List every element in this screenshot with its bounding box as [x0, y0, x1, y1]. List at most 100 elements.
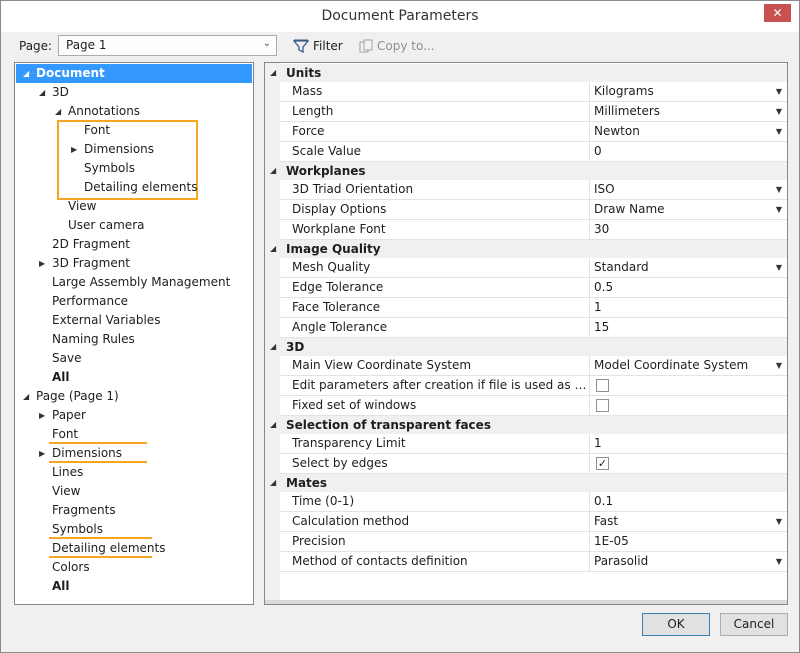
dropdown-arrow-icon[interactable]: ▼ [776, 180, 782, 199]
horizontal-scrollbar[interactable] [265, 600, 787, 604]
parameters-tree[interactable]: ◢ Document ◢ 3D ◢ Annotations Font ▶ Dimensions S… [14, 62, 254, 605]
property-row[interactable]: Edge Tolerance 0.5 [280, 278, 787, 298]
property-row[interactable]: Workplane Font 30 [280, 220, 787, 240]
property-select-value[interactable]: Newton [594, 122, 640, 141]
dropdown-arrow-icon[interactable]: ▼ [776, 82, 782, 101]
tree-item[interactable]: ▶ Paper [16, 406, 252, 425]
page-select[interactable]: Page 1 ⌄ [58, 35, 277, 56]
tree-item[interactable]: User camera [16, 216, 252, 235]
property-checkbox[interactable] [596, 399, 609, 412]
tree-item[interactable]: ◢ Page (Page 1) [16, 387, 252, 406]
expand-triangle-icon[interactable]: ▶ [39, 444, 45, 463]
property-row[interactable]: Method of contacts definition Parasolid ▼ [280, 552, 787, 572]
category-header[interactable]: ◢ Units [265, 64, 787, 82]
property-checkbox[interactable] [596, 379, 609, 392]
property-input-value[interactable]: 30 [594, 220, 609, 239]
tree-item[interactable]: 2D Fragment [16, 235, 252, 254]
tree-item[interactable]: ▶ Dimensions [16, 140, 252, 159]
property-row[interactable]: Main View Coordinate System Model Coordin… [280, 356, 787, 376]
collapse-triangle-icon[interactable]: ◢ [270, 162, 276, 180]
tree-item[interactable]: ▶ 3D Fragment [16, 254, 252, 273]
tree-item[interactable]: Save [16, 349, 252, 368]
expand-triangle-icon[interactable]: ▶ [39, 406, 45, 425]
tree-item[interactable]: Large Assembly Management [16, 273, 252, 292]
property-input-value[interactable]: 1 [594, 434, 602, 453]
property-row[interactable]: Force Newton ▼ [280, 122, 787, 142]
property-row[interactable]: Angle Tolerance 15 [280, 318, 787, 338]
property-input-value[interactable]: 0 [594, 142, 602, 161]
property-select-value[interactable]: Kilograms [594, 82, 654, 101]
tree-item[interactable]: All [16, 577, 252, 596]
copy-to-button[interactable]: Copy to... [359, 37, 435, 55]
property-row[interactable]: Mass Kilograms ▼ [280, 82, 787, 102]
dropdown-arrow-icon[interactable]: ▼ [776, 200, 782, 219]
property-select-value[interactable]: Fast [594, 512, 618, 531]
tree-item[interactable]: Symbols [16, 159, 252, 178]
tree-item[interactable]: Fragments [16, 501, 252, 520]
collapse-triangle-icon[interactable]: ◢ [270, 240, 276, 258]
collapse-triangle-icon[interactable]: ◢ [270, 64, 276, 82]
dropdown-arrow-icon[interactable]: ▼ [776, 122, 782, 141]
tree-item[interactable]: Font [16, 425, 252, 444]
property-row[interactable]: Scale Value 0 [280, 142, 787, 162]
tree-item[interactable]: Naming Rules [16, 330, 252, 349]
tree-item[interactable]: ◢ Document [16, 64, 252, 83]
tree-item[interactable]: ▶ Dimensions [16, 444, 252, 463]
dropdown-arrow-icon[interactable]: ▼ [776, 356, 782, 375]
property-row[interactable]: Face Tolerance 1 [280, 298, 787, 318]
property-input-value[interactable]: 0.5 [594, 278, 613, 297]
property-input-value[interactable]: 1 [594, 298, 602, 317]
property-input-value[interactable]: 1E-05 [594, 532, 629, 551]
tree-item[interactable]: Colors [16, 558, 252, 577]
collapse-triangle-icon[interactable]: ◢ [270, 474, 276, 492]
property-row[interactable]: 3D Triad Orientation ISO ▼ [280, 180, 787, 200]
category-header[interactable]: ◢ Workplanes [265, 162, 787, 180]
tree-item[interactable]: Font [16, 121, 252, 140]
ok-button[interactable]: OK [642, 613, 710, 636]
dropdown-arrow-icon[interactable]: ▼ [776, 258, 782, 277]
dropdown-arrow-icon[interactable]: ▼ [776, 552, 782, 571]
tree-item[interactable]: View [16, 482, 252, 501]
property-grid[interactable]: ◢ Units Mass Kilograms ▼ Length Millimeters ▼ Fo… [264, 62, 788, 605]
property-select-value[interactable]: Draw Name [594, 200, 665, 219]
collapse-triangle-icon[interactable]: ◢ [55, 102, 61, 121]
tree-item[interactable]: View [16, 197, 252, 216]
tree-item[interactable]: Detailing elements [16, 178, 252, 197]
category-header[interactable]: ◢ Mates [265, 474, 787, 492]
property-input-value[interactable]: 15 [594, 318, 609, 337]
collapse-triangle-icon[interactable]: ◢ [270, 416, 276, 434]
filter-button[interactable]: Filter [293, 37, 343, 55]
property-row[interactable]: Time (0-1) 0.1 [280, 492, 787, 512]
property-select-value[interactable]: Millimeters [594, 102, 660, 121]
category-header[interactable]: ◢ Image Quality [265, 240, 787, 258]
property-row[interactable]: Edit parameters after creation if file i… [280, 376, 787, 396]
collapse-triangle-icon[interactable]: ◢ [23, 64, 29, 83]
collapse-triangle-icon[interactable]: ◢ [39, 83, 45, 102]
tree-item[interactable]: Symbols [16, 520, 252, 539]
property-select-value[interactable]: Model Coordinate System [594, 356, 748, 375]
collapse-triangle-icon[interactable]: ◢ [270, 338, 276, 356]
tree-item[interactable]: Detailing elements [16, 539, 252, 558]
tree-item[interactable]: Lines [16, 463, 252, 482]
dropdown-arrow-icon[interactable]: ▼ [776, 512, 782, 531]
property-row[interactable]: Display Options Draw Name ▼ [280, 200, 787, 220]
property-row[interactable]: Precision 1E-05 [280, 532, 787, 552]
property-row[interactable]: Mesh Quality Standard ▼ [280, 258, 787, 278]
property-row[interactable]: Fixed set of windows [280, 396, 787, 416]
category-header[interactable]: ◢ Selection of transparent faces [265, 416, 787, 434]
property-row[interactable]: Transparency Limit 1 [280, 434, 787, 454]
expand-triangle-icon[interactable]: ▶ [39, 254, 45, 273]
tree-item[interactable]: ◢ 3D [16, 83, 252, 102]
tree-item[interactable]: ◢ Annotations [16, 102, 252, 121]
property-select-value[interactable]: ISO [594, 180, 615, 199]
tree-item[interactable]: Performance [16, 292, 252, 311]
cancel-button[interactable]: Cancel [720, 613, 788, 636]
property-row[interactable]: Select by edges ✓ [280, 454, 787, 474]
property-row[interactable]: Calculation method Fast ▼ [280, 512, 787, 532]
dropdown-arrow-icon[interactable]: ▼ [776, 102, 782, 121]
category-header[interactable]: ◢ 3D [265, 338, 787, 356]
close-icon[interactable]: ✕ [764, 4, 791, 22]
collapse-triangle-icon[interactable]: ◢ [23, 387, 29, 406]
tree-item[interactable]: External Variables [16, 311, 252, 330]
property-input-value[interactable]: 0.1 [594, 492, 613, 511]
